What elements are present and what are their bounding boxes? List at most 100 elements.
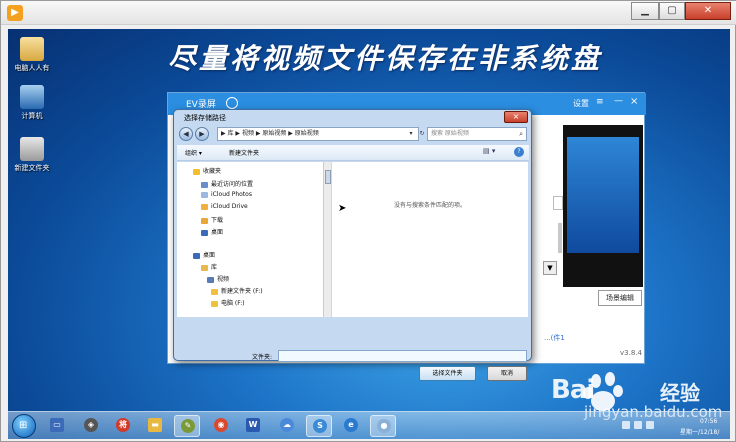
taskbar-app-ie[interactable]: e — [338, 415, 364, 437]
select-folder-button[interactable]: 选择文件夹 — [419, 366, 476, 381]
ev-version: v3.8.4 — [620, 349, 642, 357]
help-icon[interactable]: ? — [514, 147, 524, 157]
scene-edit-button[interactable]: 场景编辑 — [598, 290, 642, 306]
clock-date[interactable]: 星期一/12/18/ — [680, 427, 719, 436]
view-options-icon[interactable]: ▤ ▾ — [483, 147, 495, 155]
download-icon — [201, 217, 208, 224]
filename-field[interactable] — [278, 350, 527, 362]
navigation-tree: 收藏夹 最近访问的位置 iCloud Photos iCloud Drive 下… — [177, 162, 323, 317]
dialog-close-button[interactable]: × — [504, 111, 528, 123]
desktop-icon-new-folder[interactable]: 新建文件夹 — [12, 137, 52, 173]
cancel-button[interactable]: 取消 — [487, 366, 527, 381]
ev-minimize-button[interactable]: — — [614, 96, 623, 106]
refresh-icon[interactable]: ↻ — [417, 127, 427, 141]
player-close-button[interactable]: ✕ — [685, 2, 731, 20]
taskbar-app-sogou[interactable]: S — [306, 415, 332, 437]
tray-icon[interactable] — [622, 421, 630, 429]
folder-icon — [211, 288, 218, 295]
taskbar-app-chrome[interactable]: ◉ — [208, 415, 234, 437]
tree-item-favorites[interactable]: 收藏夹 — [193, 166, 221, 175]
tray-icon[interactable] — [634, 421, 642, 429]
search-input[interactable]: 搜索 原始视频 ⌕ — [427, 127, 527, 141]
banner-title: 尽量将视频文件保存在非系统盘 — [168, 42, 603, 75]
dialog-toolbar: 组织 ▾ 新建文件夹 ▤ ▾ ? — [177, 145, 529, 161]
taskbar-app-jiang[interactable]: 将 — [110, 415, 136, 437]
taskbar-app-network[interactable]: ◈ — [78, 415, 104, 437]
tree-item-library[interactable]: 库 — [201, 262, 217, 271]
tree-item-label: iCloud Drive — [211, 203, 248, 210]
organize-menu[interactable]: 组织 ▾ — [185, 148, 202, 157]
watermark-brand: Bai — [551, 375, 595, 405]
address-dropdown-icon[interactable]: ▾ — [406, 127, 416, 141]
user-icon[interactable] — [226, 97, 238, 109]
navigation-bar: ◀ ▶ ▶ 库 ▶ 视频 ▶ 原始视频 ▶ 原始视频 ▾ ↻ 搜索 原始视频 ⌕ — [177, 126, 529, 142]
player-titlebar: ▶ ▁ ▢ ✕ — [1, 1, 736, 25]
back-arrow-icon[interactable]: ◀ — [179, 127, 193, 141]
taskbar-app-monitor[interactable]: ▭ — [44, 415, 70, 437]
folder-icon: ▬ — [148, 418, 162, 432]
tree-item-label: 新建文件夹 (F:) — [221, 288, 263, 295]
desktop-icon-user[interactable]: 电脑人人有 — [12, 37, 52, 73]
user-folder-icon — [20, 37, 44, 61]
new-folder-button[interactable]: 新建文件夹 — [229, 148, 259, 157]
ev-settings-button[interactable]: 设置 — [573, 98, 589, 109]
word-icon: W — [246, 418, 260, 432]
tree-item-label: iCloud Photos — [211, 191, 252, 198]
tree-item-label: 最近访问的位置 — [211, 181, 254, 188]
tree-item-videos[interactable]: 视频 — [207, 274, 229, 283]
scrollbar-thumb[interactable] — [325, 170, 331, 184]
chrome-icon: ◉ — [214, 418, 228, 432]
tree-item-icloud-drive[interactable]: iCloud Drive — [201, 203, 248, 210]
system-tray: 07:56 星期一/12/18/ — [620, 417, 728, 436]
tree-scrollbar[interactable] — [323, 162, 331, 317]
tree-item-desktop[interactable]: 桌面 — [201, 227, 223, 236]
recent-icon — [201, 181, 208, 188]
desktop-icon-label: 新建文件夹 — [14, 164, 50, 172]
ev-file-link[interactable]: ...(件1 — [544, 333, 565, 343]
tree-item-recent[interactable]: 最近访问的位置 — [201, 179, 253, 188]
desktop-icon-computer[interactable]: 计算机 — [12, 85, 52, 121]
tree-item-label: 库 — [211, 264, 218, 271]
windows-logo-icon: ⊞ — [19, 420, 28, 431]
player-maximize-button[interactable]: ▢ — [659, 2, 685, 20]
tree-item-label: 电脑 (F:) — [221, 300, 245, 307]
taskbar-app-folder[interactable]: ▬ — [142, 415, 168, 437]
dialog-title: 选择存储路径 — [184, 114, 226, 122]
taskbar-app-recorder[interactable]: ● — [370, 415, 396, 437]
desktop-icon — [201, 229, 208, 236]
tree-item-computer-f[interactable]: 电脑 (F:) — [211, 298, 245, 307]
taskbar-app-cloud[interactable]: ☁ — [274, 415, 300, 437]
star-icon — [193, 168, 200, 175]
cloud-icon — [201, 191, 208, 198]
tree-item-icloud-photos[interactable]: iCloud Photos — [201, 191, 252, 198]
forward-arrow-icon[interactable]: ▶ — [195, 127, 209, 141]
tree-item-desktop-root[interactable]: 桌面 — [193, 250, 215, 259]
search-icon[interactable]: ⌕ — [519, 128, 523, 140]
taskbar-app-word[interactable]: W — [240, 415, 266, 437]
tree-item-label: 下载 — [211, 217, 224, 224]
paint-icon: ✎ — [181, 419, 195, 433]
taskbar-app-paint[interactable]: ✎ — [174, 415, 200, 437]
ev-preview-image — [567, 137, 639, 253]
clock-time[interactable]: 07:56 — [700, 418, 717, 425]
network-icon: ◈ — [84, 418, 98, 432]
menu-icon[interactable]: ≡ — [596, 97, 604, 107]
player-logo-icon: ▶ — [7, 5, 23, 21]
player-minimize-button[interactable]: ▁ — [631, 2, 659, 20]
cloud-drive-icon — [201, 203, 208, 210]
ev-scrollbar[interactable] — [558, 223, 562, 253]
ev-path-field[interactable] — [553, 196, 563, 210]
ev-close-button[interactable]: × — [630, 96, 638, 107]
select-folder-dialog: 选择存储路径 × ◀ ▶ ▶ 库 ▶ 视频 ▶ 原始视频 ▶ 原始视频 ▾ ↻ … — [173, 109, 532, 381]
tree-item-downloads[interactable]: 下载 — [201, 215, 223, 224]
chevron-down-icon[interactable]: ▼ — [543, 261, 557, 275]
computer-icon — [20, 85, 44, 109]
start-button[interactable]: ⊞ — [12, 414, 36, 438]
tree-item-drive-f[interactable]: 新建文件夹 (F:) — [211, 286, 263, 295]
desktop: 尽量将视频文件保存在非系统盘 电脑人人有 计算机 新建文件夹 EV录屏 设置 ≡… — [8, 29, 730, 439]
filename-label: 文件夹: — [252, 354, 273, 361]
volume-icon[interactable] — [646, 421, 654, 429]
tree-item-label: 桌面 — [211, 229, 224, 236]
address-bar[interactable]: ▶ 库 ▶ 视频 ▶ 原始视频 ▶ 原始视频 — [217, 127, 419, 141]
file-list-pane[interactable]: 没有与搜索条件匹配的项。 — [332, 162, 528, 317]
